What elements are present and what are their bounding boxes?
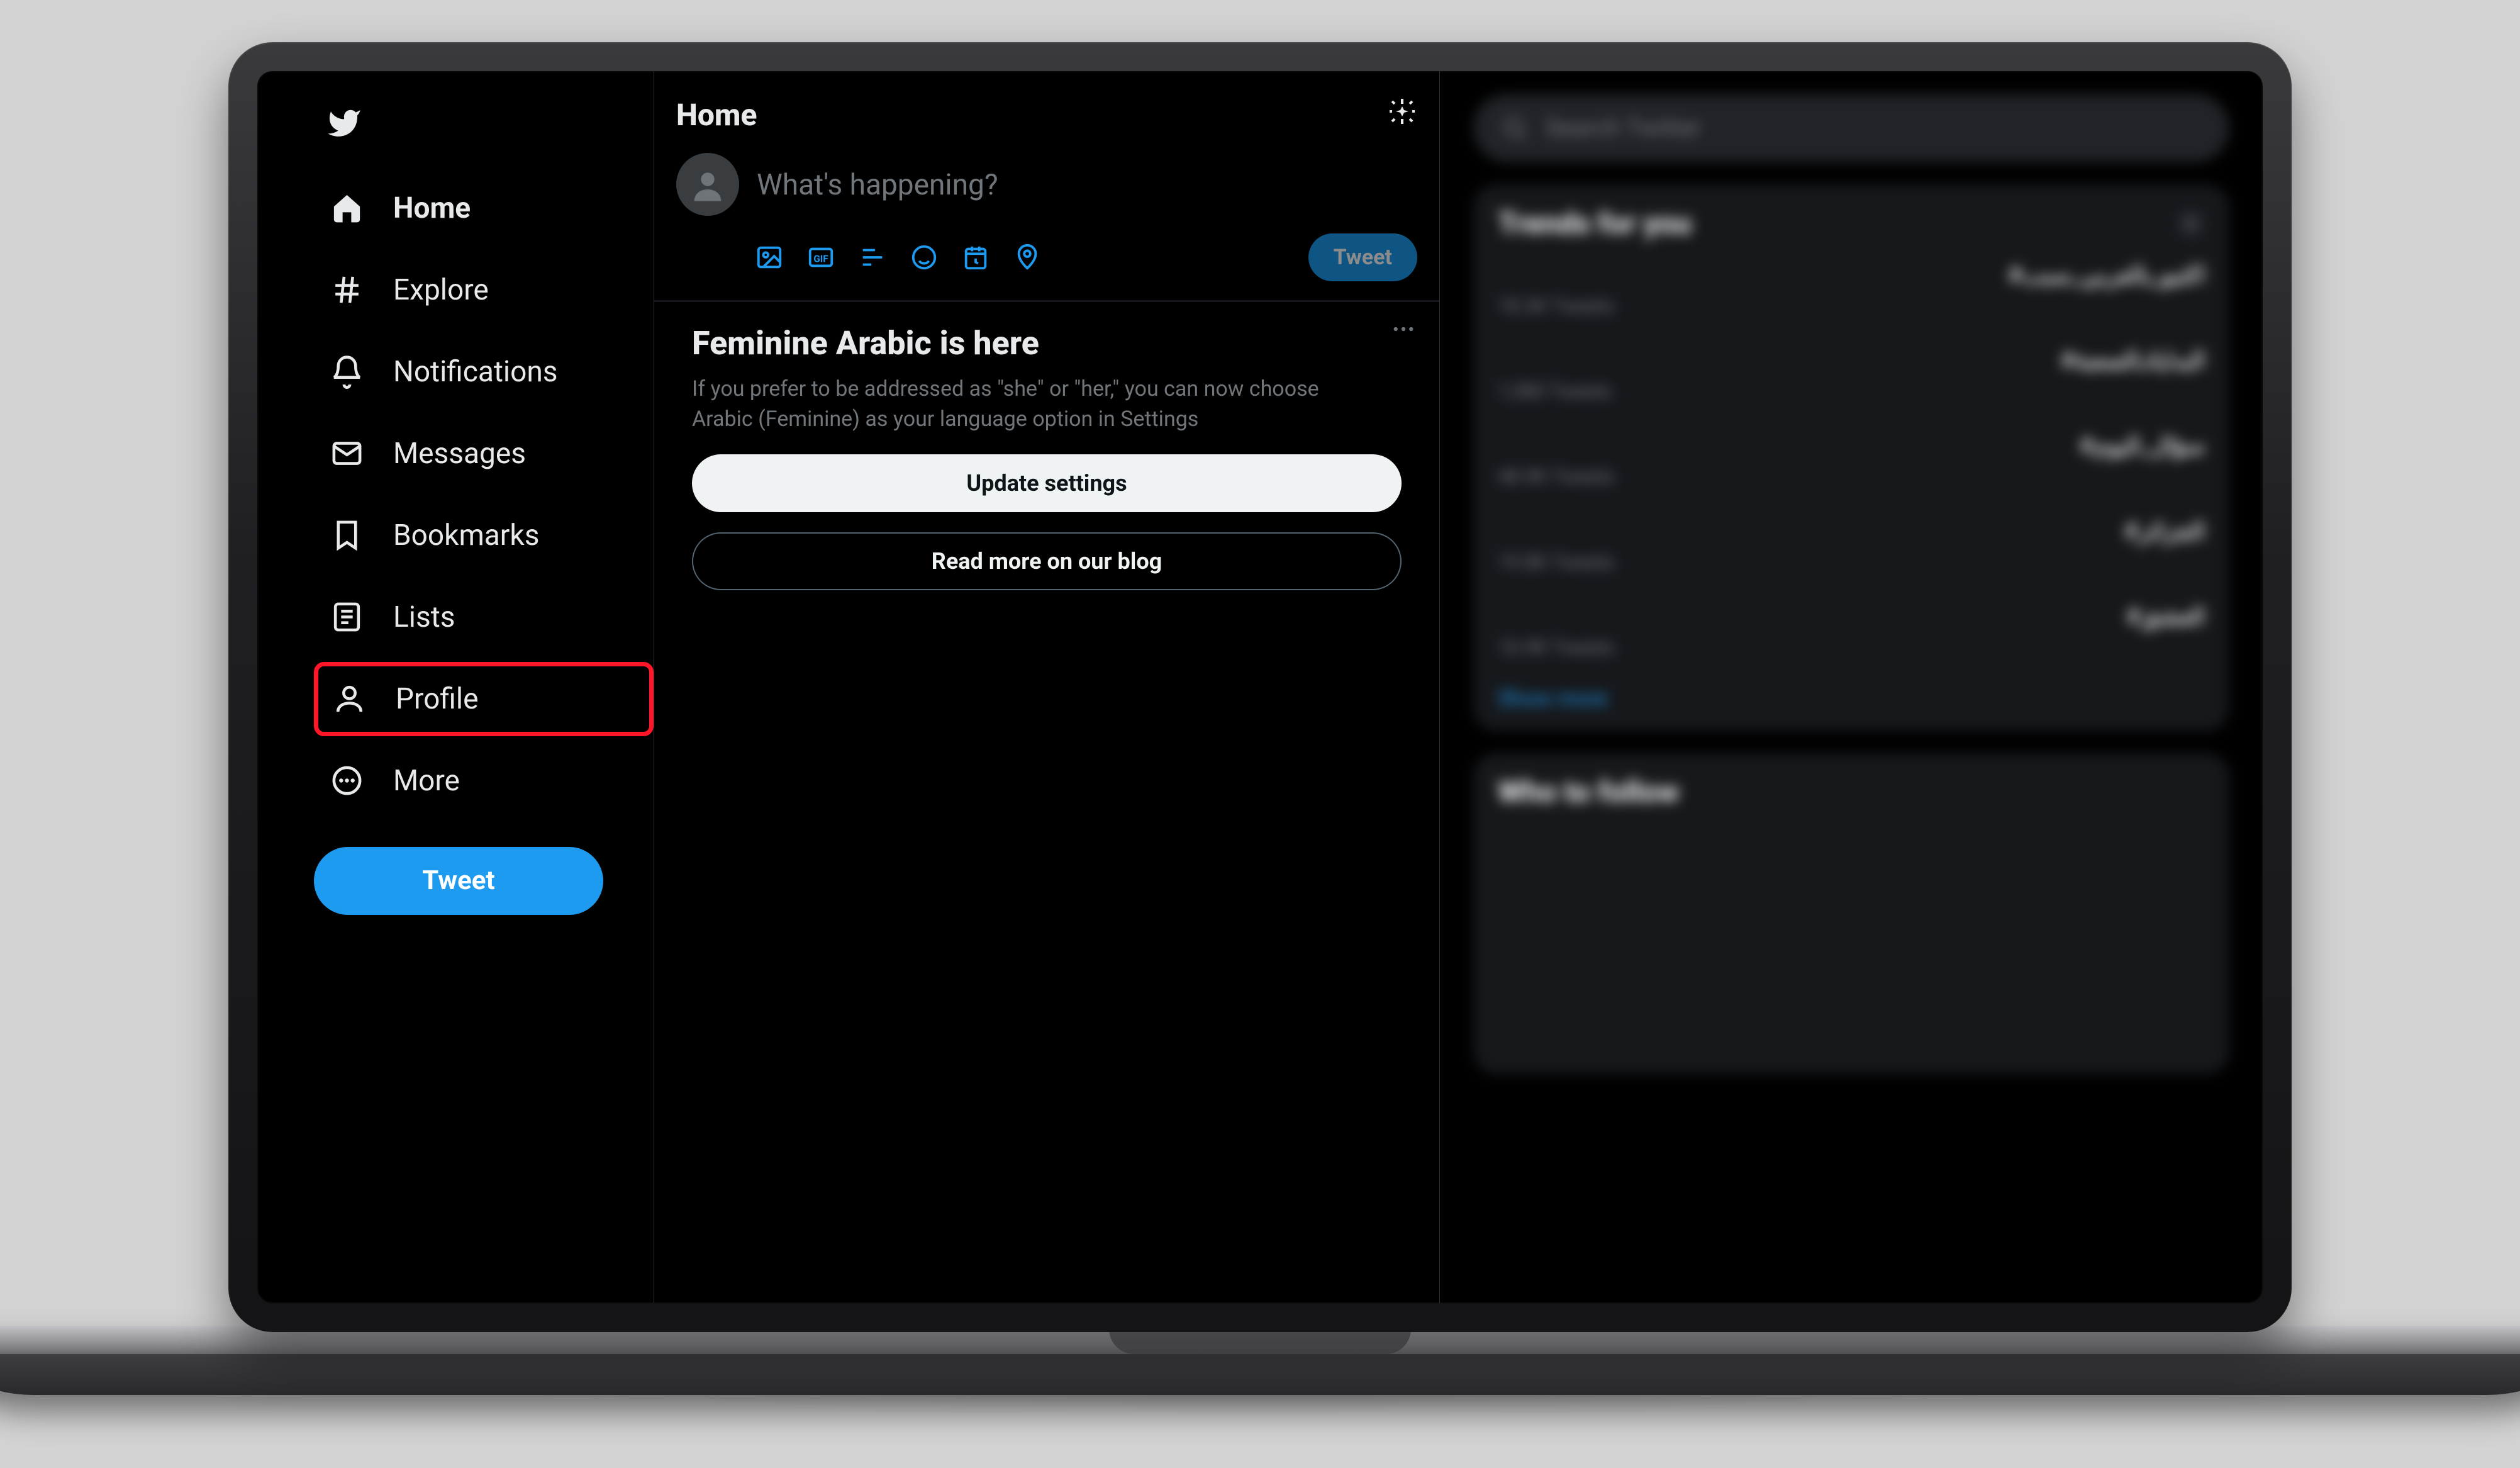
sidebar-item-notifications[interactable]: Notifications <box>314 335 619 409</box>
sidebar-item-home[interactable]: Home <box>314 171 619 245</box>
hash-icon <box>330 272 364 307</box>
trend-item[interactable]: #سؤال_اليوم48.9K Tweets <box>1498 425 2205 496</box>
avatar[interactable] <box>676 153 739 216</box>
laptop-device-frame: Home Explore Notifications <box>228 42 2292 1426</box>
sidebar-item-messages[interactable]: Messages <box>314 417 619 491</box>
compose-input[interactable]: What's happening? <box>757 153 1417 233</box>
trend-item[interactable]: #الجزائر19.8K Tweets <box>1498 511 2205 582</box>
bell-icon <box>330 354 364 389</box>
sidebar-item-more[interactable]: More <box>314 744 619 818</box>
compose-tweet-button[interactable]: Tweet <box>1308 233 1417 281</box>
top-tweets-sparkle-icon[interactable] <box>1387 96 1417 134</box>
promo-card: Feminine Arabic is here If you prefer to… <box>654 302 1439 617</box>
who-to-follow-panel: Who to follow <box>1473 753 2229 1074</box>
sidebar-item-label: Explore <box>393 273 489 307</box>
person-icon <box>332 681 367 716</box>
laptop-base <box>0 1326 2520 1395</box>
envelope-icon <box>330 436 364 471</box>
wtf-title: Who to follow <box>1498 775 2205 809</box>
twitter-logo[interactable] <box>326 106 619 143</box>
sidebar-item-label: Bookmarks <box>393 518 539 552</box>
image-icon[interactable] <box>754 242 784 272</box>
card-more-icon[interactable] <box>1390 316 1417 345</box>
search-icon <box>1500 114 1529 142</box>
list-icon <box>330 600 364 634</box>
bookmark-icon <box>330 518 364 552</box>
primary-sidebar: Home Explore Notifications <box>257 71 654 1303</box>
search-placeholder: Search Twitter <box>1545 114 1701 142</box>
trend-item[interactable]: #البداياتـالصعبة1,580 Tweets <box>1498 340 2205 412</box>
sidebar-item-profile[interactable]: Profile <box>314 662 654 736</box>
tweet-button[interactable]: Tweet <box>314 847 603 915</box>
sidebar-item-label: Profile <box>396 682 478 716</box>
read-more-button[interactable]: Read more on our blog <box>692 532 1402 590</box>
poll-icon[interactable] <box>857 242 888 272</box>
promo-title: Feminine Arabic is here <box>692 324 1402 362</box>
trend-item[interactable]: #العشق16.9K Tweets <box>1498 597 2205 668</box>
location-icon[interactable] <box>1012 242 1042 272</box>
schedule-icon[interactable] <box>961 242 991 272</box>
emoji-icon[interactable] <box>909 242 939 272</box>
ellipsis-circle-icon <box>330 763 364 798</box>
sidebar-item-label: Lists <box>393 600 455 634</box>
sidebar-item-bookmarks[interactable]: Bookmarks <box>314 498 619 573</box>
gear-icon[interactable] <box>2177 210 2205 238</box>
page-title: Home <box>676 97 757 133</box>
trend-item[interactable]: #اكتبو_بالعربي_سبب18.3K Tweets <box>1498 255 2205 326</box>
promo-body: If you prefer to be addressed as "she" o… <box>692 374 1340 435</box>
sidebar-item-label: Notifications <box>393 355 558 389</box>
trends-title: Trends for you <box>1498 206 1692 241</box>
timeline-column: Home What's happening? <box>654 71 1440 1303</box>
home-icon <box>330 191 364 225</box>
compose-tweet: What's happening? <box>654 150 1439 300</box>
search-input[interactable]: Search Twitter <box>1473 94 2229 162</box>
gif-icon[interactable] <box>806 242 836 272</box>
right-sidebar: Search Twitter Trends for you #اكتبو_بال… <box>1432 71 2263 1303</box>
sidebar-item-label: Messages <box>393 437 526 471</box>
sidebar-item-label: More <box>393 764 460 798</box>
sidebar-item-lists[interactable]: Lists <box>314 580 619 654</box>
update-settings-button[interactable]: Update settings <box>692 454 1402 512</box>
trends-panel: Trends for you #اكتبو_بالعربي_سبب18.3K T… <box>1473 184 2229 731</box>
sidebar-item-label: Home <box>393 191 471 225</box>
show-more-link[interactable]: Show more <box>1498 681 2205 711</box>
sidebar-item-explore[interactable]: Explore <box>314 253 619 327</box>
